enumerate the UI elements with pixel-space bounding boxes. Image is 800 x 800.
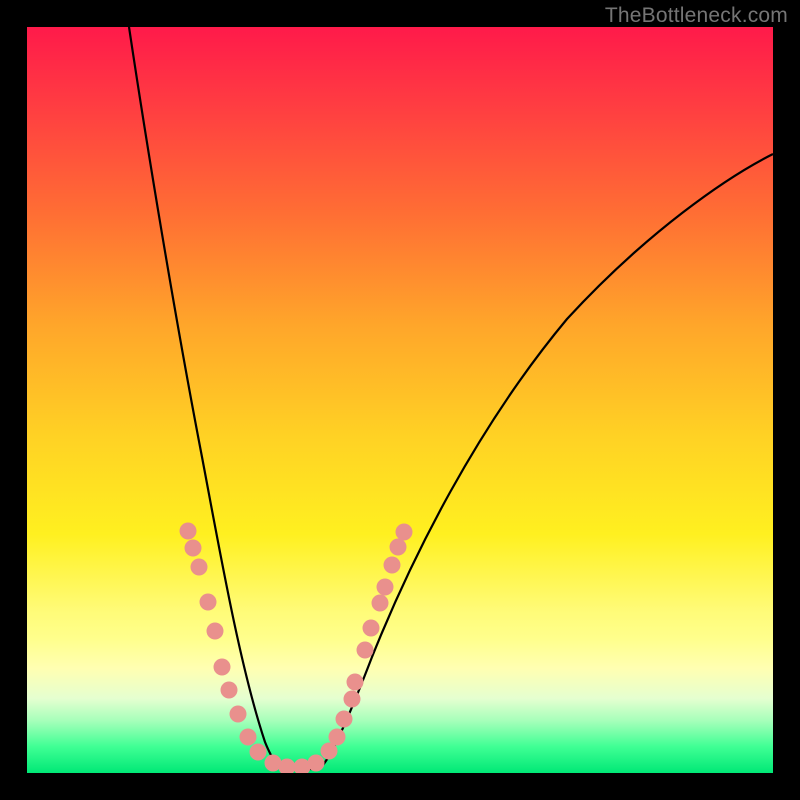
dots-left [180,523,267,761]
dots-right [321,524,413,760]
left-curve [129,27,287,769]
watermark: TheBottleneck.com [605,4,788,28]
curve-overlay [27,27,773,773]
dots-valley [265,755,325,774]
chart-frame [27,27,773,773]
right-curve [319,154,773,769]
